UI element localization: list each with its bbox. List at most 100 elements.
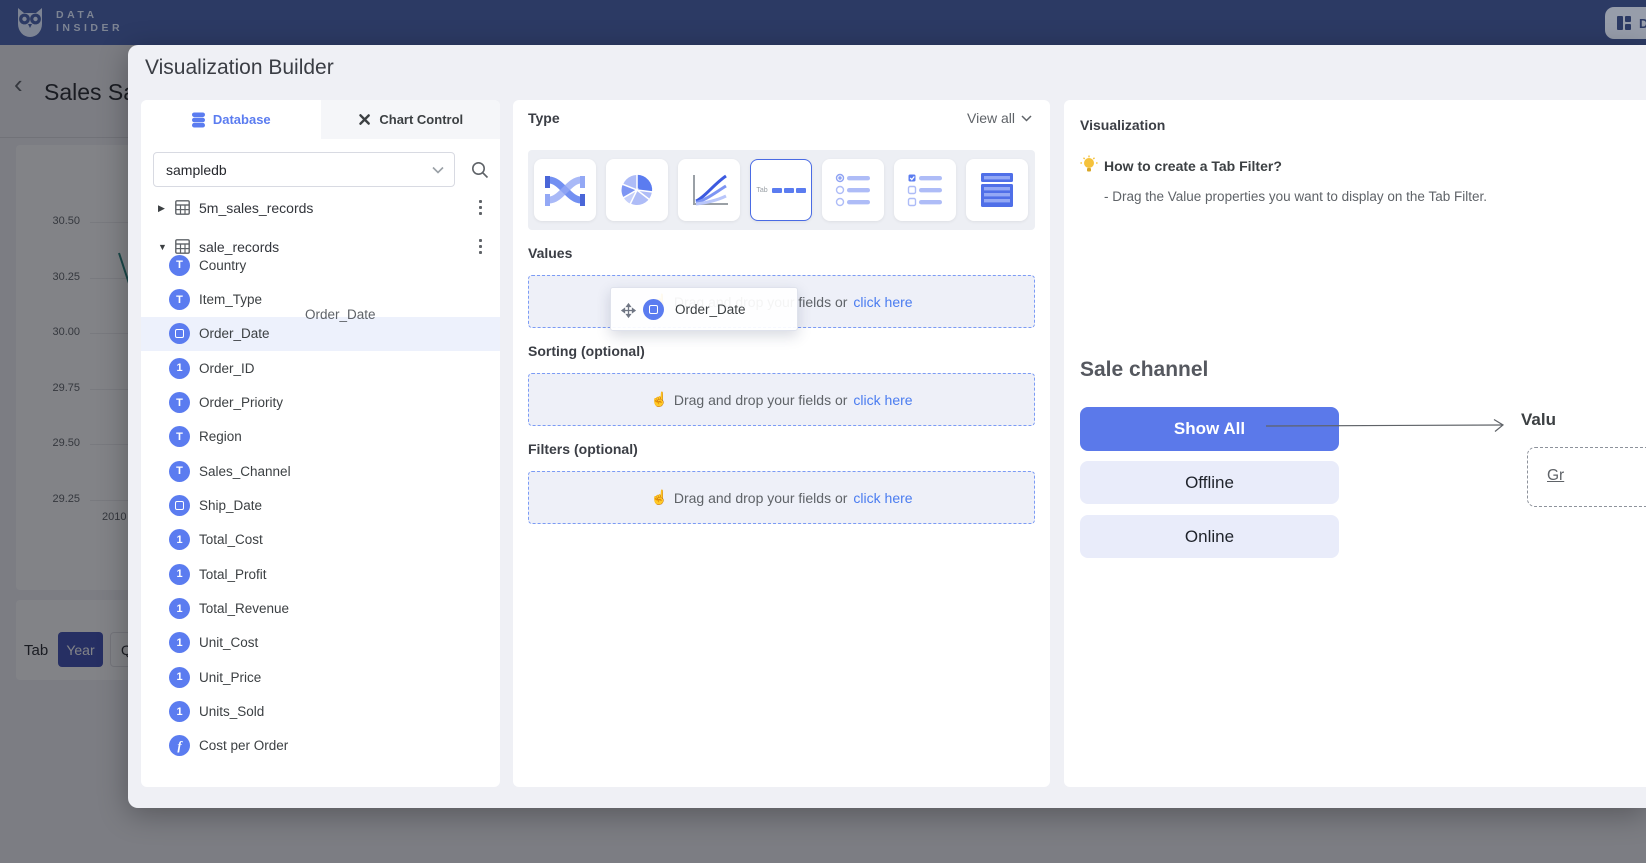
number-field-icon: 1 xyxy=(169,632,190,653)
tab-database[interactable]: Database xyxy=(141,100,321,139)
field-name: Total_Profit xyxy=(199,567,267,582)
view-all-dropdown[interactable]: View all xyxy=(967,110,1032,126)
field-row-sales-channel[interactable]: T Sales_Channel xyxy=(141,454,500,488)
field-name: Order_ID xyxy=(199,361,255,376)
database-select-value: sampledb xyxy=(166,162,227,178)
number-field-icon: 1 xyxy=(169,701,190,722)
field-row-order-id[interactable]: 1Order_ID xyxy=(141,351,500,385)
tab-chart-control[interactable]: Chart Control xyxy=(321,100,501,139)
brand-text: DATA INSIDER xyxy=(56,9,123,35)
sorting-section-label: Sorting(optional) xyxy=(528,343,645,359)
drag-hand-icon: ☝ xyxy=(650,489,667,506)
caret-right-icon[interactable]: ▶ xyxy=(158,203,165,214)
number-field-icon: 1 xyxy=(169,564,190,585)
field-row-total-revenue[interactable]: 1Total_Revenue xyxy=(141,591,500,625)
chart-type-radio-list-tile[interactable] xyxy=(822,159,884,221)
chart-type-list: Tab xyxy=(528,150,1035,230)
field-name: Country xyxy=(199,258,246,273)
drag-source-label: Order_Date xyxy=(305,307,376,322)
field-row-ship-date[interactable]: Ship_Date xyxy=(141,488,500,522)
date-field-icon xyxy=(169,495,190,516)
values-section-label: Values xyxy=(528,245,576,261)
annotation-box-label[interactable]: Gr xyxy=(1547,467,1564,485)
checkbox-list-icon xyxy=(904,171,946,209)
field-row-unit-price[interactable]: 1Unit_Price xyxy=(141,660,500,694)
ghost-field-name: Order_Date xyxy=(675,302,746,317)
field-name: Cost per Order xyxy=(199,738,288,753)
field-name: Sales_Channel xyxy=(199,464,291,479)
date-field-icon xyxy=(643,299,664,320)
chevron-down-icon xyxy=(1021,115,1032,122)
tab-value-online[interactable]: Online xyxy=(1080,515,1339,558)
tab-value-offline[interactable]: Offline xyxy=(1080,461,1339,504)
field-name: Region xyxy=(199,429,242,444)
text-field-icon: T xyxy=(169,255,190,276)
modal-title: Visualization Builder xyxy=(145,56,334,80)
brand: DATA INSIDER xyxy=(12,4,123,40)
chart-type-table-tile[interactable] xyxy=(966,159,1028,221)
text-field-icon: T xyxy=(169,289,190,310)
chart-type-checkbox-list-tile[interactable] xyxy=(894,159,956,221)
annotation-label: Valu xyxy=(1521,410,1556,430)
field-name: Units_Sold xyxy=(199,704,264,719)
tab-database-label: Database xyxy=(213,112,271,127)
dashboards-nav-button[interactable]: D xyxy=(1605,7,1646,39)
dropzone-text: Drag and drop your fields or xyxy=(674,490,848,506)
field-row-country[interactable]: T Country xyxy=(141,248,500,282)
field-name: Order_Priority xyxy=(199,395,283,410)
visualization-builder-modal: Visualization Builder Database xyxy=(128,45,1646,808)
field-row-total-cost[interactable]: 1Total_Cost xyxy=(141,523,500,557)
click-here-link[interactable]: click here xyxy=(853,392,912,408)
table-row-5m-sales-records[interactable]: ▶ 5m_sales_records xyxy=(141,191,500,225)
field-name: Total_Revenue xyxy=(199,601,289,616)
database-select[interactable]: sampledb xyxy=(153,152,455,187)
move-icon xyxy=(620,302,637,319)
chart-type-pie-tile[interactable] xyxy=(606,159,668,221)
visualization-header: Visualization xyxy=(1080,117,1165,133)
field-row-order-priority[interactable]: T Order_Priority xyxy=(141,385,500,419)
field-row-region[interactable]: TRegion xyxy=(141,420,500,454)
drag-ghost-order-date[interactable]: Order_Date xyxy=(610,287,798,331)
chart-type-line-tile[interactable] xyxy=(678,159,740,221)
view-all-label: View all xyxy=(967,110,1015,126)
annotation-dashed-box: Gr xyxy=(1527,447,1646,507)
screen: ‹ Sales Sa 30.50 30.25 30.00 29.75 29.50… xyxy=(0,0,1646,863)
line-chart-icon xyxy=(688,171,730,209)
lightbulb-icon xyxy=(1080,155,1098,175)
tools-icon xyxy=(357,112,372,127)
field-row-units-sold[interactable]: 1 Units_Sold xyxy=(141,694,500,728)
field-name: Unit_Cost xyxy=(199,635,258,650)
field-name: Unit_Price xyxy=(199,670,261,685)
drag-hand-icon: ☝ xyxy=(650,391,667,408)
sorting-dropzone[interactable]: ☝ Drag and drop your fields or click her… xyxy=(528,373,1035,426)
chart-type-tab-filter-tile[interactable]: Tab xyxy=(750,159,812,221)
field-name: Total_Cost xyxy=(199,532,263,547)
table-chart-icon xyxy=(977,170,1017,210)
tip-title: How to create a Tab Filter? xyxy=(1104,158,1282,174)
kebab-menu-icon[interactable] xyxy=(479,200,482,215)
chevron-down-icon xyxy=(432,166,444,174)
filters-section-label: Filters(optional) xyxy=(528,441,638,457)
field-row-cost-per-order[interactable]: fCost per Order xyxy=(141,729,500,763)
chart-type-sankey-tile[interactable] xyxy=(534,159,596,221)
type-section-label: Type xyxy=(528,110,560,126)
builder-panel: Type View all xyxy=(513,100,1050,787)
owl-logo-icon xyxy=(12,4,48,40)
field-row-total-profit[interactable]: 1 Total_Profit xyxy=(141,557,500,591)
field-name: Ship_Date xyxy=(199,498,262,513)
click-here-link[interactable]: click here xyxy=(853,294,912,310)
field-name: Order_Date xyxy=(199,326,270,341)
sankey-chart-icon xyxy=(543,171,587,209)
filters-dropzone[interactable]: ☝ Drag and drop your fields or click her… xyxy=(528,471,1035,524)
click-here-link[interactable]: click here xyxy=(853,490,912,506)
field-row-unit-cost[interactable]: 1 Unit_Cost xyxy=(141,626,500,660)
text-field-icon: T xyxy=(169,392,190,413)
database-panel: Database Chart Control sampledb xyxy=(141,100,500,787)
panel-tabs: Database Chart Control xyxy=(141,100,500,139)
search-icon[interactable] xyxy=(471,161,489,179)
table-name: 5m_sales_records xyxy=(199,200,313,216)
table-icon xyxy=(175,200,190,215)
text-field-icon: T xyxy=(169,461,190,482)
tip-body: - Drag the Value properties you want to … xyxy=(1104,189,1487,204)
nav-button-label: D xyxy=(1639,16,1646,31)
